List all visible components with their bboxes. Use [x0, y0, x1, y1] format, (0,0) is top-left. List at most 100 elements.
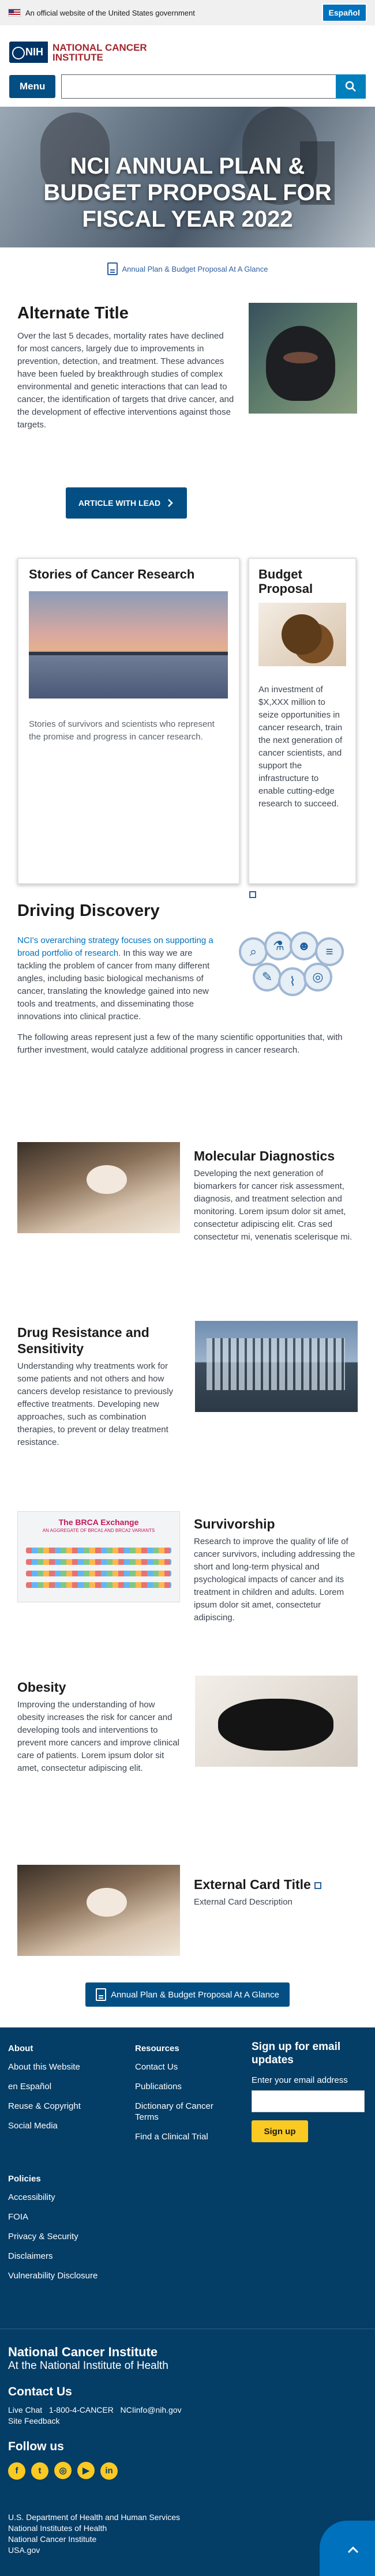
site-feedback-link[interactable]: Site Feedback	[8, 2416, 182, 2427]
card-group: Stories of Cancer Research Stories of su…	[0, 558, 375, 898]
budget-image	[258, 603, 346, 666]
signup-label: Enter your email address	[252, 2075, 348, 2085]
sign-up-button[interactable]: Sign up	[252, 2120, 308, 2142]
article-with-lead-button[interactable]: ARTICLE WITH LEAD	[66, 487, 187, 519]
footer-brand-sub: At the National Institute of Health	[8, 2360, 168, 2372]
driving-intro: NCI's overarching strategy focuses on su…	[17, 934, 219, 1023]
live-chat-link[interactable]: Live Chat	[8, 2405, 42, 2414]
glance-button[interactable]: Annual Plan & Budget Proposal At A Glanc…	[85, 1982, 290, 2007]
brca-image-row	[26, 1548, 171, 1553]
twitter-icon[interactable]: t	[31, 2462, 48, 2480]
site-header: NIH NATIONAL CANCER INSTITUTE Menu	[0, 25, 375, 107]
black-cat-image	[195, 1676, 358, 1767]
syringe-icon: ✎	[253, 963, 282, 992]
agency-link[interactable]: National Cancer Institute	[8, 2534, 180, 2545]
sunset-image	[29, 591, 228, 699]
gov-banner-text: An official website of the United States…	[25, 8, 195, 17]
feature-title-text: External Card Title	[194, 1877, 311, 1892]
footer-link[interactable]: Social Media	[8, 2120, 81, 2131]
feature-title: Molecular Diagnostics	[194, 1148, 335, 1163]
glance-link[interactable]: Annual Plan & Budget Proposal At A Glanc…	[0, 262, 375, 275]
card-title: Budget Proposal	[258, 567, 313, 596]
espanol-button[interactable]: Español	[321, 3, 367, 22]
menu-button[interactable]: Menu	[9, 75, 56, 98]
footer-link[interactable]: Reuse & Copyright	[8, 2101, 81, 2112]
feature-body: Developing the next generation of biomar…	[194, 1169, 352, 1242]
agency-link[interactable]: U.S. Department of Health and Human Serv…	[8, 2512, 180, 2523]
nih-logo: NIH	[9, 42, 48, 63]
arrow-up-icon	[347, 2546, 359, 2554]
search-row: Menu	[9, 74, 366, 99]
footer-link[interactable]: Publications	[135, 2081, 233, 2092]
research-icons-cluster: ⌕ ⚗ ☻ ≡ ✎ ⌇ ◎	[239, 932, 354, 997]
gov-banner: An official website of the United States…	[0, 0, 375, 25]
brca-image-subtitle: AN AGGREGATE OF BRCA1 AND BRCA2 VARIANTS	[42, 1528, 155, 1533]
email-field[interactable]	[252, 2090, 365, 2112]
card-stories[interactable]: Stories of Cancer Research Stories of su…	[17, 558, 240, 884]
contact-line: Live Chat 1-800-4-CANCER NCIinfo@nih.gov	[8, 2405, 182, 2416]
footer-about: About About this Website en Español Reus…	[8, 2044, 81, 2131]
contact-heading: Contact Us	[8, 2385, 72, 2398]
footer-link[interactable]: en Español	[8, 2081, 81, 2092]
facebook-icon[interactable]: f	[8, 2462, 25, 2480]
brca-exchange-image: The BRCA Exchange AN AGGREGATE OF BRCA1 …	[17, 1511, 180, 1602]
brca-image-row	[26, 1571, 171, 1576]
article-with-lead-label: ARTICLE WITH LEAD	[78, 498, 161, 508]
feature-title: Survivorship	[194, 1516, 275, 1531]
footer-brand-name: National Cancer Institute	[8, 2345, 158, 2359]
back-to-top-button[interactable]	[320, 2521, 375, 2576]
globe-icon: ◎	[303, 963, 332, 992]
agency-link[interactable]: USA.gov	[8, 2545, 180, 2556]
chevron-right-icon	[168, 499, 173, 507]
footer-link[interactable]: Contact Us	[135, 2061, 233, 2072]
footer-policies: Policies Accessibility FOIA Privacy & Se…	[8, 2174, 97, 2281]
footer-signup: Sign up for email updates Enter your ema…	[252, 2040, 367, 2142]
people-icon: ☻	[290, 932, 318, 960]
us-flag-icon	[8, 9, 21, 17]
search-input[interactable]	[61, 74, 336, 99]
site-footer: About About this Website en Español Reus…	[0, 2027, 375, 2576]
footer-link[interactable]: FOIA	[8, 2211, 97, 2222]
feature-body: External Card Description	[194, 1897, 292, 1907]
microscope-icon: ⚗	[264, 932, 293, 960]
footer-heading: Resources	[135, 2044, 179, 2053]
footer-link[interactable]: Find a Clinical Trial	[135, 2131, 233, 2142]
footer-link[interactable]: Vulnerability Disclosure	[8, 2270, 97, 2281]
hero-banner: NCI ANNUAL PLAN & BUDGET PROPOSAL FOR FI…	[0, 107, 375, 247]
section-title: Driving Discovery	[17, 902, 160, 920]
footer-link[interactable]: Dictionary of Cancer Terms	[135, 2101, 233, 2123]
brca-image-row	[26, 1582, 171, 1588]
feature-body: Research to improve the quality of life …	[194, 1537, 355, 1623]
signup-heading: Sign up for email updates	[252, 2041, 341, 2066]
follow-heading: Follow us	[8, 2440, 64, 2453]
cat-image	[17, 1142, 180, 1233]
card-title: Stories of Cancer Research	[29, 567, 195, 581]
dna-icon: ⌇	[278, 967, 307, 996]
driving-body: In this way we are tackling the problem …	[17, 948, 210, 1022]
instagram-icon[interactable]: ◎	[54, 2462, 72, 2479]
footer-heading: Policies	[8, 2174, 41, 2184]
feature-body: Understanding why treatments work for so…	[17, 1361, 174, 1447]
card-budget[interactable]: Budget Proposal An investment of $X,XXX …	[248, 558, 357, 884]
glance-button-label: Annual Plan & Budget Proposal At A Glanc…	[111, 1989, 279, 2000]
pdf-icon	[96, 1988, 107, 2001]
footer-link[interactable]: Disclaimers	[8, 2251, 97, 2262]
alternate-title-section: Alternate Title Over the last 5 decades,…	[17, 303, 358, 519]
search-button[interactable]	[336, 74, 366, 99]
card-body: Stories of survivors and scientists who …	[29, 719, 215, 742]
nci-logo-line1: NATIONAL CANCER	[52, 42, 147, 53]
agency-link[interactable]: National Institutes of Health	[8, 2523, 180, 2534]
linkedin-icon[interactable]: in	[100, 2462, 118, 2480]
driving-discovery-section: Driving Discovery ⌕ ⚗ ☻ ≡ ✎ ⌇ ◎ NCI's ov…	[17, 902, 358, 1057]
youtube-icon[interactable]: ▶	[77, 2462, 95, 2479]
footer-link[interactable]: Accessibility	[8, 2192, 97, 2203]
nci-logo[interactable]: NIH NATIONAL CANCER INSTITUTE	[9, 42, 366, 63]
footer-contact: Contact Us Live Chat 1-800-4-CANCER NCIi…	[8, 2385, 182, 2427]
phone-link[interactable]: 1-800-4-CANCER	[49, 2405, 114, 2414]
card-body: An investment of $X,XXX million to seize…	[258, 685, 343, 809]
glance-link-text: Annual Plan & Budget Proposal At A Glanc…	[122, 264, 268, 273]
email-link[interactable]: NCIinfo@nih.gov	[121, 2405, 182, 2414]
footer-link[interactable]: About this Website	[8, 2061, 81, 2072]
footer-link[interactable]: Privacy & Security	[8, 2231, 97, 2242]
brca-image-title: The BRCA Exchange	[58, 1518, 139, 1527]
